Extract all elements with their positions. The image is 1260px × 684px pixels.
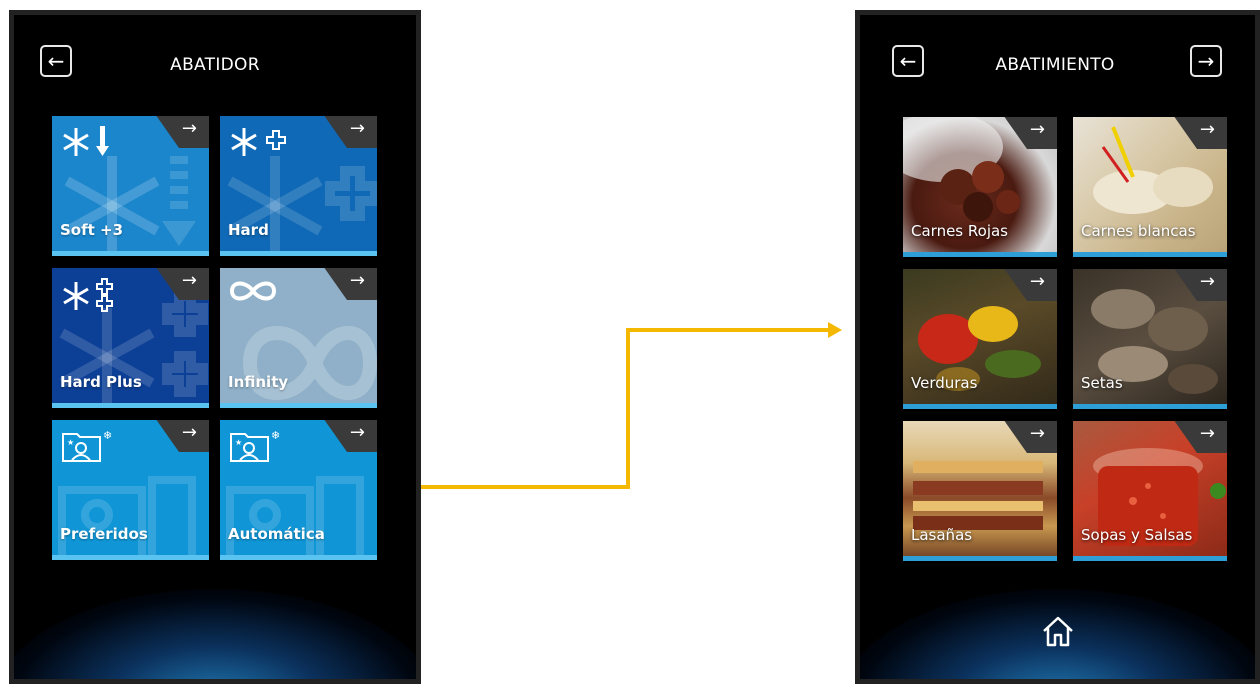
tile-label: Setas [1081, 374, 1123, 392]
svg-text:❄: ❄ [103, 429, 112, 442]
arrow-right-icon: → [1199, 119, 1215, 140]
tile-stripe [52, 555, 209, 560]
tile-label: Carnes Rojas [911, 222, 1008, 240]
tile-stripe [52, 403, 209, 408]
svg-text:★: ★ [67, 438, 74, 447]
tile-stripe [903, 404, 1057, 409]
tile-stripe [1073, 556, 1227, 561]
tile-setas[interactable]: → Setas [1073, 269, 1227, 409]
tile-stripe [903, 252, 1057, 257]
arrow-right-icon: → [1029, 271, 1045, 292]
arrow-right-icon: → [349, 118, 365, 139]
tile-label: Lasañas [911, 526, 973, 544]
arrow-right-icon: → [1199, 271, 1215, 292]
tile-stripe [52, 251, 209, 256]
tile-label: Automática [228, 525, 325, 543]
page-title: ABATIDOR [170, 55, 260, 75]
auto-folder-icon: ★ ❄ [230, 429, 280, 462]
tile-stripe [1073, 404, 1227, 409]
arrow-right-icon: → [1029, 423, 1045, 444]
tile-label: Verduras [911, 374, 978, 392]
right-device-screen: ← ABATIMIENTO → → Carnes Rojas → Carnes … [855, 10, 1260, 684]
tile-label: Hard Plus [60, 373, 142, 391]
home-icon[interactable] [1040, 613, 1076, 649]
tile-stripe [220, 251, 377, 256]
arrow-right-icon: → [1199, 423, 1215, 444]
snowflake-double-plus-icon [63, 278, 113, 312]
tile-lasanas[interactable]: → Lasañas [903, 421, 1057, 561]
arrow-right-icon: → [181, 270, 197, 291]
tile-stripe [1073, 252, 1227, 257]
tile-carnes-blancas[interactable]: → Carnes blancas [1073, 117, 1227, 257]
left-device-screen: ← ABATIDOR → Soft +3 → Hard → Hard Plus … [9, 10, 421, 684]
arrow-right-icon: → [349, 270, 365, 291]
svg-text:★: ★ [235, 438, 242, 447]
svg-text:❄: ❄ [271, 429, 280, 442]
tile-automatica[interactable]: → ★ ❄ Automática [220, 420, 377, 560]
tile-hard[interactable]: → Hard [220, 116, 377, 256]
tile-stripe [220, 403, 377, 408]
tile-sopas-salsas[interactable]: → Sopas y Salsas [1073, 421, 1227, 561]
arrow-right-icon: → [181, 118, 197, 139]
tile-verduras[interactable]: → Verduras [903, 269, 1057, 409]
arrow-right-icon: → [181, 422, 197, 443]
tile-label: Sopas y Salsas [1081, 526, 1193, 544]
tile-stripe [903, 556, 1057, 561]
snowflake-plus-icon [231, 128, 286, 156]
tile-label: Preferidos [60, 525, 148, 543]
arrow-right-icon: → [1197, 49, 1215, 73]
favorites-folder-icon: ★ ❄ [62, 429, 112, 462]
snowflake-down-icon [63, 126, 109, 156]
tile-label: Soft +3 [60, 221, 124, 239]
tile-label: Hard [228, 221, 269, 239]
tile-hard-plus[interactable]: → Hard Plus [52, 268, 209, 408]
infinity-icon [229, 281, 277, 301]
arrow-right-icon: → [1029, 119, 1045, 140]
forward-button[interactable]: → [1190, 45, 1222, 77]
tile-carnes-rojas[interactable]: → Carnes Rojas [903, 117, 1057, 257]
tile-stripe [220, 555, 377, 560]
tile-infinity[interactable]: → Infinity [220, 268, 377, 408]
arrow-right-icon: → [349, 422, 365, 443]
tile-label: Carnes blancas [1081, 222, 1196, 240]
tile-preferidos[interactable]: → ★ ❄ Preferidos [52, 420, 209, 560]
tile-label: Infinity [228, 373, 289, 391]
tile-soft-3[interactable]: → Soft +3 [52, 116, 209, 256]
